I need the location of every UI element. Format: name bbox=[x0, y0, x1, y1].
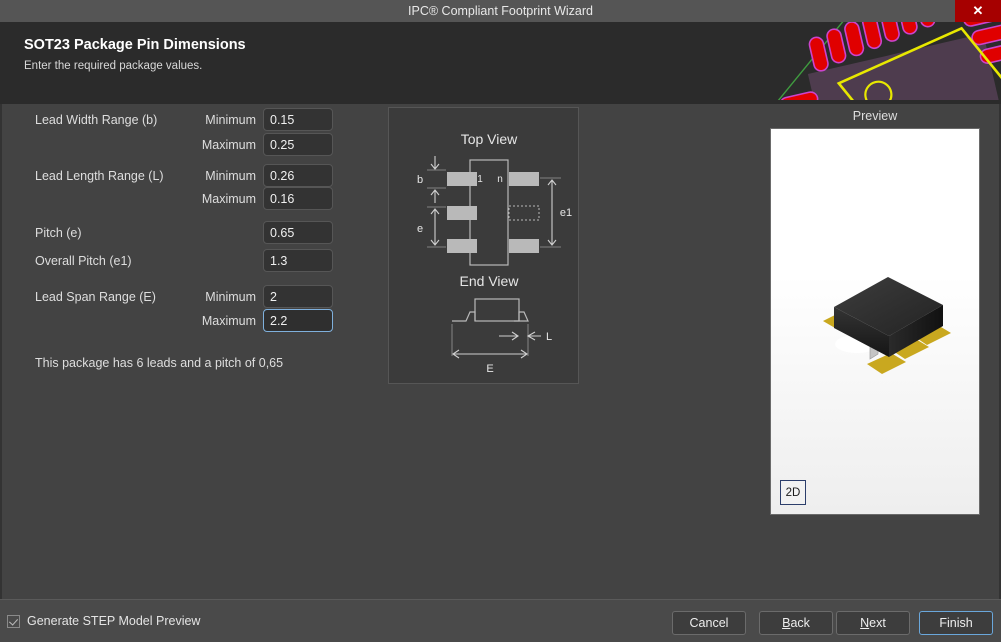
svg-text:e: e bbox=[417, 223, 423, 235]
back-button[interactable]: Back bbox=[759, 611, 833, 635]
svg-text:E: E bbox=[486, 363, 493, 375]
next-button[interactable]: Next bbox=[836, 611, 910, 635]
svg-text:Top View: Top View bbox=[461, 131, 518, 147]
step-model-render bbox=[771, 129, 979, 514]
package-dimensions-form: Lead Width Range (b) Minimum Maximum Lea… bbox=[2, 104, 382, 599]
wizard-footer: Generate STEP Model Preview Cancel Back … bbox=[0, 599, 1001, 642]
bound-label-maximum: Maximum bbox=[98, 133, 256, 157]
checkbox-check-icon bbox=[7, 615, 20, 628]
package-summary-note: This package has 6 leads and a pitch of … bbox=[35, 356, 283, 370]
bound-label-maximum: Maximum bbox=[98, 187, 256, 211]
generate-step-model-checkbox[interactable]: Generate STEP Model Preview bbox=[7, 614, 200, 628]
svg-text:1: 1 bbox=[477, 174, 483, 185]
view-mode-toggle[interactable]: 2D bbox=[780, 480, 806, 505]
overall-pitch-input[interactable] bbox=[263, 249, 333, 272]
cancel-button[interactable]: Cancel bbox=[672, 611, 746, 635]
pcb-artwork bbox=[739, 22, 1001, 104]
bound-label-maximum: Maximum bbox=[98, 309, 256, 333]
close-icon[interactable]: ✕ bbox=[955, 0, 1001, 22]
back-button-mnemonic: B bbox=[782, 616, 790, 630]
lead-span-min-input[interactable] bbox=[263, 285, 333, 308]
preview-title: Preview bbox=[770, 109, 980, 123]
wizard-header: SOT23 Package Pin Dimensions Enter the r… bbox=[0, 22, 1001, 104]
lead-length-max-input[interactable] bbox=[263, 187, 333, 210]
preview-panel: 2D bbox=[770, 128, 980, 515]
wizard-content: Lead Width Range (b) Minimum Maximum Lea… bbox=[0, 104, 1001, 599]
finish-button[interactable]: Finish bbox=[919, 611, 993, 635]
window-title: IPC® Compliant Footprint Wizard bbox=[0, 0, 1001, 22]
pitch-input[interactable] bbox=[263, 221, 333, 244]
bound-label-minimum: Minimum bbox=[98, 108, 256, 132]
svg-text:L: L bbox=[546, 331, 552, 343]
next-button-label: ext bbox=[869, 616, 886, 630]
svg-text:e1: e1 bbox=[560, 207, 572, 219]
svg-text:b: b bbox=[417, 174, 423, 186]
lead-span-max-input[interactable] bbox=[263, 309, 333, 332]
lead-width-min-input[interactable] bbox=[263, 108, 333, 131]
lead-width-max-input[interactable] bbox=[263, 133, 333, 156]
page-subtitle: Enter the required package values. bbox=[24, 60, 202, 72]
page-title: SOT23 Package Pin Dimensions bbox=[24, 37, 246, 53]
field-label-pitch: Pitch (e) bbox=[35, 221, 210, 245]
checkbox-label: Generate STEP Model Preview bbox=[27, 614, 200, 628]
back-button-label: ack bbox=[790, 616, 809, 630]
svg-text:n: n bbox=[497, 174, 503, 185]
window-title-bar: IPC® Compliant Footprint Wizard ✕ bbox=[0, 0, 1001, 22]
next-button-mnemonic: N bbox=[860, 616, 869, 630]
svg-text:End View: End View bbox=[460, 273, 520, 289]
lead-length-min-input[interactable] bbox=[263, 164, 333, 187]
package-dimension-diagram: Top View 1 n b e bbox=[388, 107, 579, 384]
bound-label-minimum: Minimum bbox=[98, 285, 256, 309]
field-label-overall-pitch: Overall Pitch (e1) bbox=[35, 249, 210, 273]
bound-label-minimum: Minimum bbox=[98, 164, 256, 188]
